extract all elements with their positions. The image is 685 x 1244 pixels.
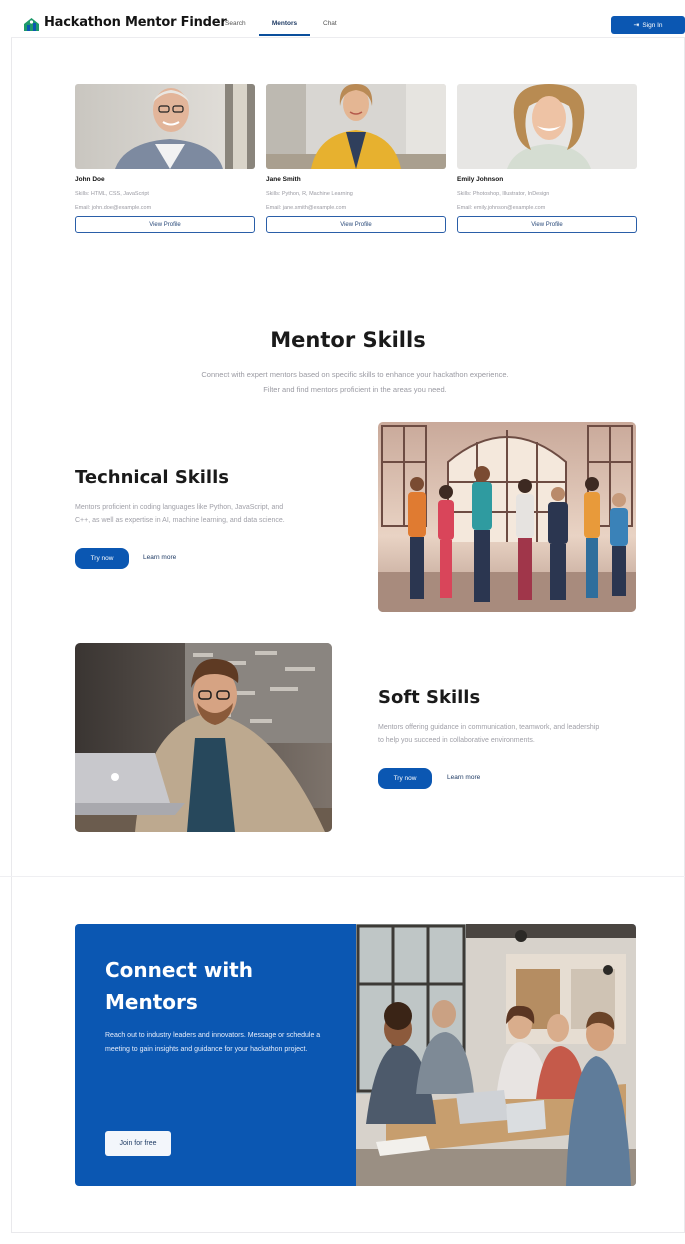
view-profile-button[interactable]: View Profile: [457, 216, 637, 233]
technical-try-now-button[interactable]: Try now: [75, 548, 129, 569]
connect-text: Reach out to industry leaders and innova…: [105, 1032, 321, 1053]
mentor-card: Emily Johnson Skills: Photoshop, Illustr…: [457, 84, 637, 233]
mentor-name: Emily Johnson: [457, 176, 504, 183]
sign-in-button[interactable]: ⇥ Sign In: [611, 16, 685, 34]
mentor-skills: Skills: HTML, CSS, JavaScript: [75, 191, 149, 197]
view-profile-button[interactable]: View Profile: [266, 216, 446, 233]
mentor-card: Jane Smith Skills: Python, R, Machine Le…: [266, 84, 446, 233]
nav-chat-link[interactable]: Chat: [323, 20, 337, 27]
nav-search-link[interactable]: Search: [225, 20, 246, 27]
brand-name[interactable]: Hackathon Mentor Finder: [44, 15, 227, 30]
connect-banner: Connect with Mentors Reach out to indust…: [75, 924, 636, 1186]
mentor-photo: [266, 84, 446, 169]
brand-logo-icon[interactable]: [23, 17, 40, 32]
soft-skills-image: [75, 643, 332, 832]
mentor-photo: [457, 84, 637, 169]
mentor-name: John Doe: [75, 176, 105, 183]
soft-try-now-button[interactable]: Try now: [378, 768, 432, 789]
soft-skills-text: Mentors offering guidance in communicati…: [378, 724, 600, 744]
view-profile-button[interactable]: View Profile: [75, 216, 255, 233]
nav-active-indicator: [259, 34, 310, 36]
technical-skills-title: Technical Skills: [75, 467, 229, 488]
mentor-card: John Doe Skills: HTML, CSS, JavaScript E…: [75, 84, 255, 233]
section-title: Mentor Skills: [270, 328, 426, 352]
mentor-email: Email: jane.smith@example.com: [266, 205, 347, 211]
technical-skills-image: [378, 422, 636, 612]
mentor-skills: Skills: Python, R, Machine Learning: [266, 191, 353, 197]
soft-learn-more-link[interactable]: Learn more: [447, 774, 480, 781]
nav-mentors-link[interactable]: Mentors: [259, 20, 310, 27]
top-navbar: Hackathon Mentor Finder Search Mentors C…: [11, 8, 685, 38]
connect-image: [356, 924, 636, 1186]
join-for-free-button[interactable]: Join for free: [105, 1131, 171, 1156]
mentor-email: Email: john.doe@example.com: [75, 205, 152, 211]
mentor-name: Jane Smith: [266, 176, 301, 183]
section-subtitle: Connect with expert mentors based on spe…: [201, 370, 509, 394]
mentor-email: Email: emily.johnson@example.com: [457, 205, 546, 211]
login-icon: ⇥: [633, 21, 640, 29]
soft-skills-title: Soft Skills: [378, 687, 481, 708]
technical-learn-more-link[interactable]: Learn more: [143, 554, 176, 561]
connect-title: Connect with Mentors: [105, 958, 253, 1014]
mentor-skills: Skills: Photoshop, Illustrator, InDesign: [457, 191, 550, 197]
technical-skills-text: Mentors proficient in coding languages l…: [75, 504, 285, 524]
sign-in-label: Sign In: [642, 21, 663, 29]
section-divider: [0, 876, 685, 877]
mentor-photo: [75, 84, 255, 169]
